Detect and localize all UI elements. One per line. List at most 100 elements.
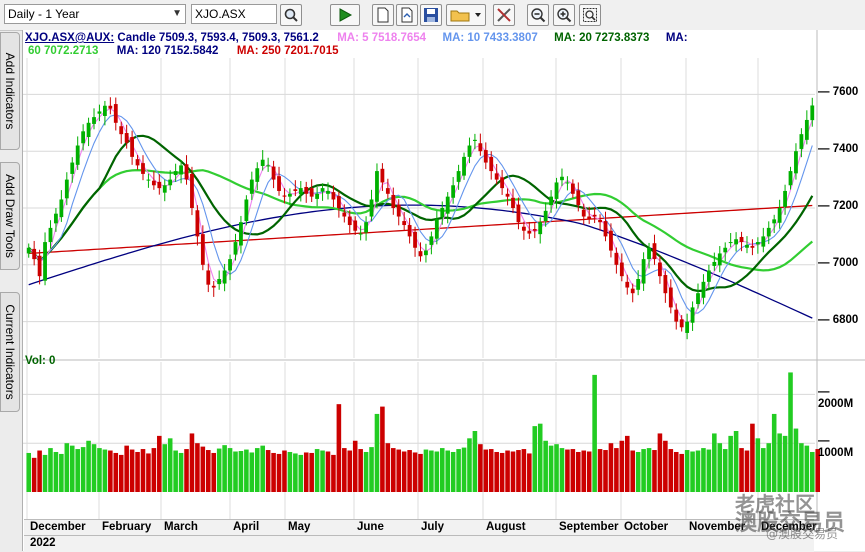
volume-bar [336, 404, 342, 492]
candle-body [630, 288, 635, 294]
volume-bar [635, 451, 641, 492]
toolbar: Daily - 1 Year ▼ XJO.ASX [0, 0, 865, 31]
candle-body [609, 230, 613, 251]
volume-bar [412, 452, 418, 492]
chart-panel[interactable] [22, 30, 865, 551]
candle-body [549, 196, 553, 206]
volume-bar [151, 448, 157, 492]
candle-body [636, 279, 641, 290]
dropdown-arrow-icon [475, 13, 481, 17]
candle-body [375, 171, 379, 202]
volume-bar [782, 435, 788, 492]
candle-body [64, 179, 69, 199]
volume-bar [646, 448, 652, 492]
volume-bar [309, 452, 314, 492]
new-chart-icon [377, 7, 389, 23]
zoom-fit-button[interactable] [579, 4, 601, 26]
volume-bar [178, 452, 184, 492]
candle-body [505, 193, 510, 197]
volume-bar [445, 450, 450, 492]
candle-body [239, 222, 243, 246]
volume-bar [652, 450, 657, 492]
folder-button[interactable] [446, 4, 486, 26]
candle-body [271, 166, 276, 180]
candle-body [195, 210, 200, 237]
volume-bar [287, 451, 293, 492]
candle-body [434, 219, 439, 239]
volume-bar [777, 433, 782, 492]
new-chart-button[interactable] [372, 4, 394, 26]
volume-bar [140, 449, 146, 492]
volume-bar [614, 448, 619, 492]
candle-body [211, 285, 216, 288]
volume-bar [434, 451, 440, 492]
candle-body [249, 179, 254, 194]
candle-body [554, 182, 559, 199]
period-select-value: Daily - 1 Year [8, 7, 80, 21]
volume-bar [118, 454, 124, 492]
volume-bar [771, 413, 777, 492]
candle-body [288, 193, 292, 197]
candle-body [494, 173, 499, 180]
watermark-sub: @澳股交易员 [766, 527, 839, 541]
candle-body [200, 234, 205, 265]
search-button[interactable] [280, 4, 302, 26]
tab-add-indicators-label: Add Indicators [3, 52, 17, 130]
zoom-out-button[interactable] [527, 4, 549, 26]
volume-bar [576, 451, 581, 492]
volume-bar [369, 447, 374, 492]
legend-candle: Candle 7509.3, 7593.4, 7509.3, 7561.2 [117, 32, 319, 44]
candle-body [783, 190, 787, 207]
volume-bar [712, 433, 717, 492]
legend-ma250: MA: 250 7201.7015 [236, 45, 339, 57]
legend-ma5: MA: 5 7518.7654 [337, 32, 427, 44]
volume-bar [211, 452, 217, 492]
price-tick-label: — 7200 [818, 200, 859, 212]
volume-bar [619, 440, 625, 492]
year-label: 2022 [30, 537, 56, 549]
candle-body [734, 239, 739, 245]
volume-bar [342, 448, 347, 492]
volume-bar [249, 452, 255, 492]
volume-bar [244, 449, 249, 492]
volume-bar [189, 433, 195, 492]
volume-bar [559, 448, 565, 492]
candle-body [489, 156, 494, 172]
tab-add-indicators[interactable]: Add Indicators [0, 32, 20, 150]
symbol-input[interactable]: XJO.ASX [191, 4, 277, 24]
candle-body [772, 219, 777, 224]
candle-body [331, 192, 336, 200]
candle-body [511, 197, 515, 208]
tab-current-indicators[interactable]: Current Indicators [0, 292, 20, 412]
candle-body [151, 180, 156, 186]
candle-body [728, 242, 733, 244]
month-label: August [486, 521, 526, 533]
save-icon [424, 8, 438, 22]
open-chart-button[interactable] [396, 4, 418, 26]
period-select[interactable]: Daily - 1 Year ▼ [4, 4, 186, 24]
volume-bar [222, 445, 227, 492]
tools-button[interactable] [493, 4, 515, 26]
price-volume-chart[interactable] [23, 30, 865, 551]
candle-body [696, 293, 700, 304]
zoom-in-button[interactable] [553, 4, 575, 26]
tab-add-draw-tools[interactable]: Add Draw Tools [0, 162, 20, 270]
volume-bar [516, 450, 521, 492]
legend-row-1: XJO.ASX@AUX: Candle 7509.3, 7593.4, 7509… [25, 32, 688, 44]
volume-bar [124, 445, 129, 492]
candle-body [255, 168, 260, 182]
volume-bar [690, 451, 695, 492]
save-button[interactable] [420, 4, 442, 26]
candle-body [424, 250, 428, 256]
open-chart-icon [401, 7, 413, 23]
candle-body [385, 188, 390, 194]
play-button[interactable] [330, 4, 360, 26]
year-axis: 2022 [24, 535, 814, 552]
volume-bar [744, 450, 750, 492]
candle-body [282, 195, 287, 197]
month-label: June [357, 521, 384, 533]
candle-body [244, 199, 249, 222]
candle-body [538, 222, 543, 235]
price-tick-label: — 7000 [818, 256, 859, 269]
volume-bar [532, 426, 538, 492]
